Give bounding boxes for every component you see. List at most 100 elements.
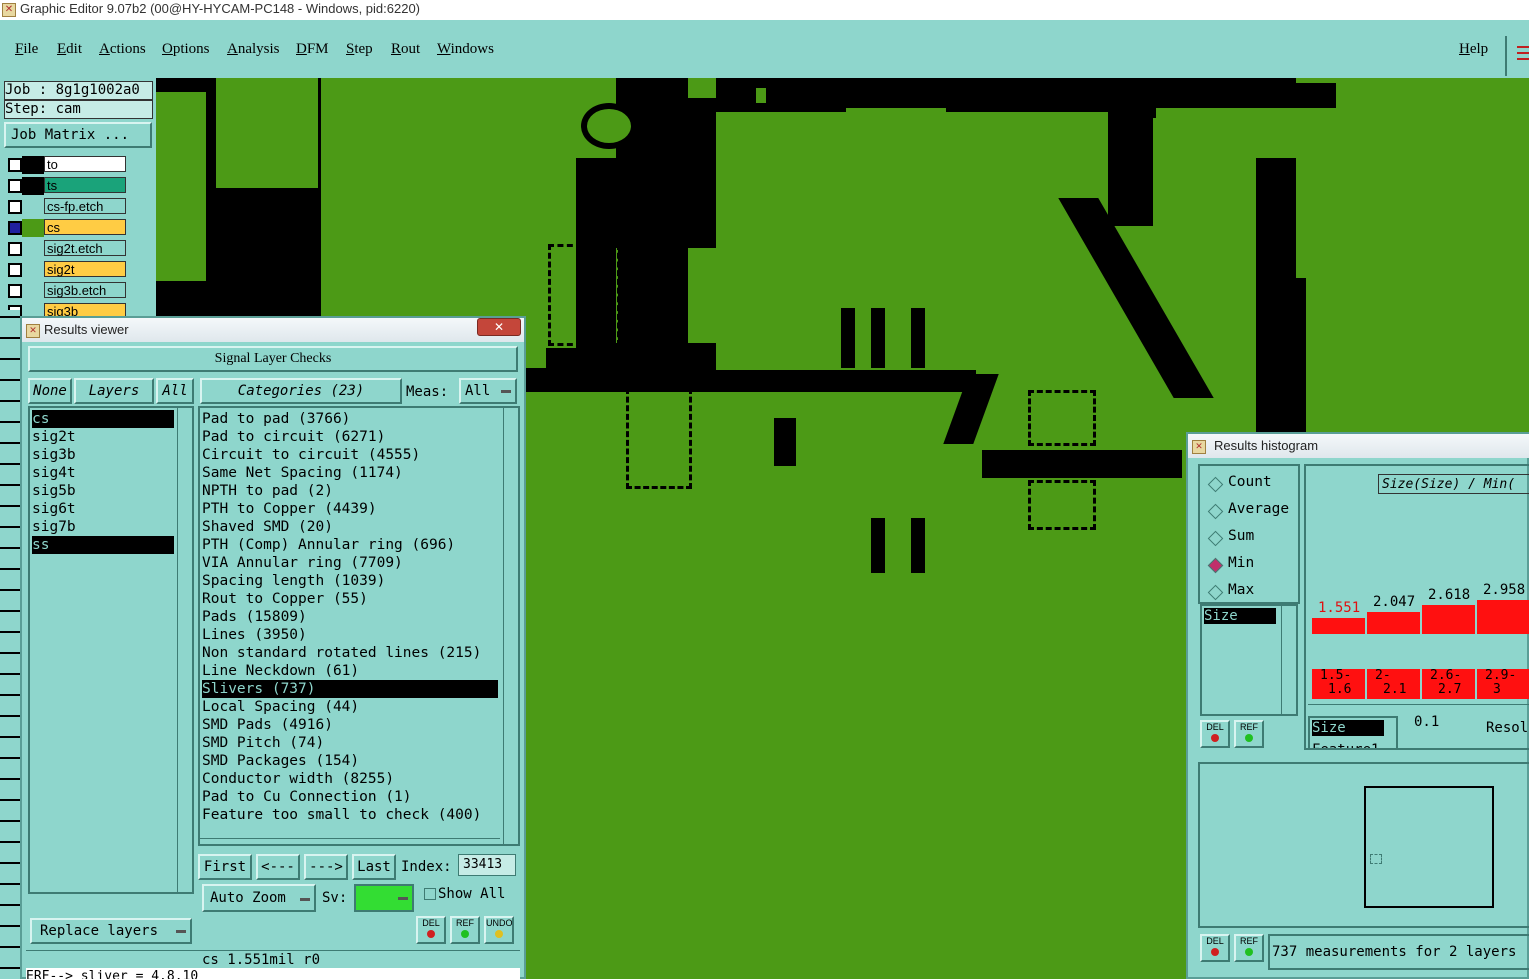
layer-checkbox[interactable] xyxy=(8,263,22,277)
layer-color-swatch[interactable] xyxy=(22,240,44,258)
layers-scrollbar[interactable] xyxy=(177,408,192,892)
menu-windows[interactable]: Windows xyxy=(437,41,494,58)
none-button[interactable]: None xyxy=(28,378,72,404)
replace-layers-dropdown[interactable]: Replace layers xyxy=(30,918,192,944)
layer-color-swatch[interactable] xyxy=(22,261,44,279)
layer-name[interactable]: cs xyxy=(44,219,126,235)
hist-del-button-2[interactable]: DEL xyxy=(1200,934,1230,962)
prev-button[interactable]: <--- xyxy=(256,854,300,880)
category-item[interactable]: Rout to Copper (55) xyxy=(202,590,498,608)
layer-list-item[interactable]: ss xyxy=(32,536,174,554)
sv-color-dropdown[interactable] xyxy=(354,884,414,912)
layer-name[interactable]: cs-fp.etch xyxy=(44,198,126,214)
meas-dropdown[interactable]: All xyxy=(459,378,517,404)
category-item[interactable]: Line Neckdown (61) xyxy=(202,662,498,680)
menu-edit[interactable]: Edit xyxy=(57,41,82,58)
next-button[interactable]: ---> xyxy=(304,854,348,880)
layer-name[interactable]: sig2t xyxy=(44,261,126,277)
show-all-checkbox[interactable] xyxy=(424,888,436,900)
layer-list-item[interactable]: sig4t xyxy=(32,464,174,482)
del-button[interactable]: DEL xyxy=(416,916,446,944)
ref-button[interactable]: REF xyxy=(450,916,480,944)
field-list-item[interactable]: Size xyxy=(1204,608,1276,624)
category-item[interactable]: Pads (15809) xyxy=(202,608,498,626)
category-item[interactable]: Same Net Spacing (1174) xyxy=(202,464,498,482)
layer-row[interactable]: sig2t xyxy=(6,261,126,279)
hist-ref-button[interactable]: REF xyxy=(1234,720,1264,748)
field-scrollbar[interactable] xyxy=(1281,606,1296,714)
layer-name[interactable]: sig2t.etch xyxy=(44,240,126,256)
layer-list-item[interactable]: cs xyxy=(32,410,174,428)
hist-ref-button-2[interactable]: REF xyxy=(1234,934,1264,962)
layer-row[interactable]: ts xyxy=(6,177,126,195)
layer-name[interactable]: sig3b.etch xyxy=(44,282,126,298)
menu-help[interactable]: Help xyxy=(1459,41,1488,58)
layer-checkbox[interactable] xyxy=(8,179,22,193)
layer-checkbox[interactable] xyxy=(8,158,22,172)
category-item[interactable]: Pad to Cu Connection (1) xyxy=(202,788,498,806)
layer-list-item[interactable]: sig6t xyxy=(32,500,174,518)
layer-checkbox[interactable] xyxy=(8,200,22,214)
field-listbox[interactable]: Size xyxy=(1200,604,1298,716)
category-item[interactable]: Shaved SMD (20) xyxy=(202,518,498,536)
menu-actions[interactable]: Actions xyxy=(99,41,146,58)
layer-color-swatch[interactable] xyxy=(22,282,44,300)
layer-list-item[interactable]: sig2t xyxy=(32,428,174,446)
category-item[interactable]: Circuit to circuit (4555) xyxy=(202,446,498,464)
categories-listbox[interactable]: Pad to pad (3766) Pad to circuit (6271) Ci… xyxy=(198,406,520,846)
layers-listbox[interactable]: cs sig2t sig3b sig4t sig5b sig6t sig7b ss xyxy=(28,406,194,894)
category-item[interactable]: SMD Pitch (74) xyxy=(202,734,498,752)
layer-checkbox[interactable] xyxy=(8,284,22,298)
categories-hscrollbar[interactable] xyxy=(198,838,500,851)
category-item[interactable]: SMD Pads (4916) xyxy=(202,716,498,734)
category-item[interactable]: Spacing length (1039) xyxy=(202,572,498,590)
layer-checkbox[interactable] xyxy=(8,242,22,256)
layer-checkbox[interactable] xyxy=(8,221,22,235)
category-item[interactable]: Conductor width (8255) xyxy=(202,770,498,788)
layer-color-swatch[interactable] xyxy=(22,198,44,216)
histogram-bar[interactable] xyxy=(1312,618,1365,634)
category-item[interactable]: Feature too small to check (400) xyxy=(202,806,498,824)
all-button[interactable]: All xyxy=(156,378,194,404)
auto-zoom-dropdown[interactable]: Auto Zoom xyxy=(202,884,316,912)
job-matrix-button[interactable]: Job Matrix ... xyxy=(4,122,152,148)
histogram-bar[interactable] xyxy=(1367,612,1420,634)
category-item[interactable]: NPTH to pad (2) xyxy=(202,482,498,500)
layer-row[interactable]: cs-fp.etch xyxy=(6,198,126,216)
category-item[interactable]: Non standard rotated lines (215) xyxy=(202,644,498,662)
menu-rout[interactable]: Rout xyxy=(391,41,420,58)
menu-file[interactable]: File xyxy=(15,41,38,58)
undo-button[interactable]: UNDO xyxy=(484,916,514,944)
layer-row[interactable]: sig3b.etch xyxy=(6,282,126,300)
category-item[interactable]: Pad to circuit (6271) xyxy=(202,428,498,446)
menu-dfm[interactable]: DFM xyxy=(296,41,329,58)
category-item[interactable]: Lines (3950) xyxy=(202,626,498,644)
menu-options[interactable]: Options xyxy=(162,41,210,58)
layer-list-item[interactable]: sig7b xyxy=(32,518,174,536)
categories-scrollbar[interactable] xyxy=(503,408,518,844)
close-button[interactable]: ✕ xyxy=(477,318,521,336)
hist-del-button[interactable]: DEL xyxy=(1200,720,1230,748)
layer-color-swatch[interactable] xyxy=(22,177,44,195)
layer-row[interactable]: to xyxy=(6,156,126,174)
layer-list-item[interactable]: sig5b xyxy=(32,482,174,500)
index-field[interactable]: 33413 xyxy=(458,854,516,876)
attr-item-feature1[interactable]: Feature1 xyxy=(1312,742,1379,748)
layer-list-item[interactable]: sig3b xyxy=(32,446,174,464)
layer-name[interactable]: to xyxy=(44,156,126,172)
category-item[interactable]: Local Spacing (44) xyxy=(202,698,498,716)
layer-row[interactable]: cs xyxy=(6,219,126,237)
histogram-bar[interactable] xyxy=(1477,600,1529,634)
layer-row[interactable]: sig2t.etch xyxy=(6,240,126,258)
category-item[interactable]: VIA Annular ring (7709) xyxy=(202,554,498,572)
category-item[interactable]: PTH to Copper (4439) xyxy=(202,500,498,518)
layer-name[interactable]: ts xyxy=(44,177,126,193)
menu-step[interactable]: Step xyxy=(346,41,373,58)
first-button[interactable]: First xyxy=(198,854,252,880)
category-item[interactable]: SMD Packages (154) xyxy=(202,752,498,770)
menu-analysis[interactable]: Analysis xyxy=(227,41,280,58)
category-item[interactable]: Slivers (737) xyxy=(202,680,498,698)
layer-color-swatch[interactable] xyxy=(22,219,44,237)
category-item[interactable]: PTH (Comp) Annular ring (696) xyxy=(202,536,498,554)
attr-item-size[interactable]: Size xyxy=(1312,720,1384,736)
